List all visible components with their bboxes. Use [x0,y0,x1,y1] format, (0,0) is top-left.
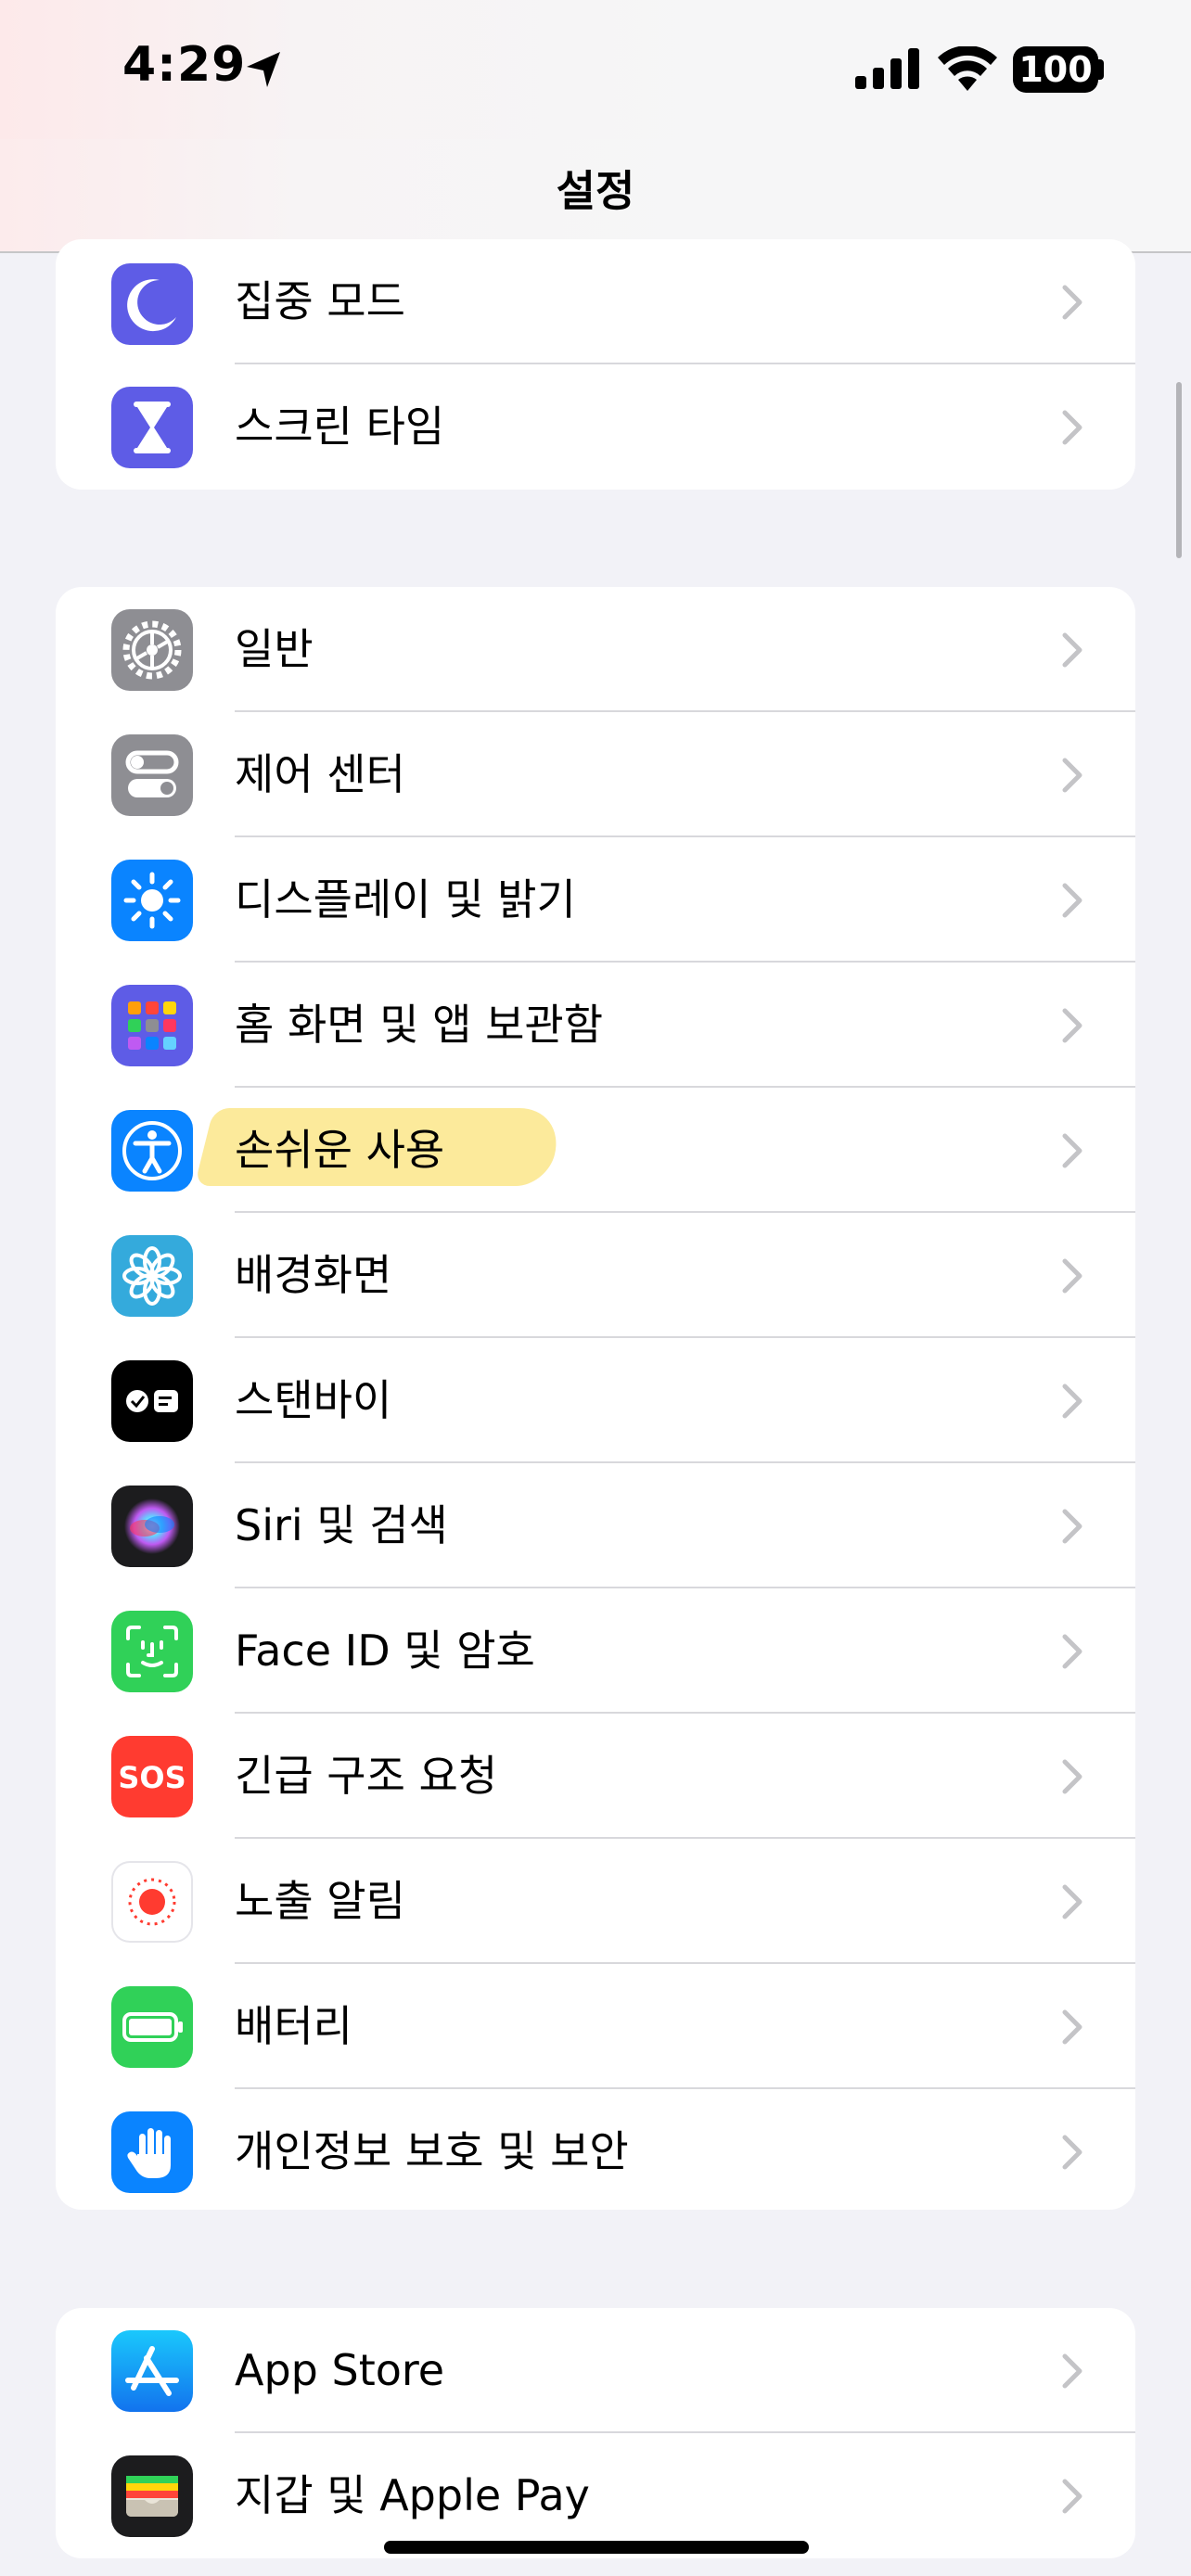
accessibility-icon [111,1110,193,1192]
chevron-right-icon [1062,2479,1082,2514]
chevron-right-icon [1062,1884,1082,1919]
settings-group-store: App Store 지갑 및 Apple Pay [56,2308,1135,2558]
chevron-right-icon [1062,410,1082,445]
cellular-signal-icon [855,48,919,89]
chevron-right-icon [1062,632,1082,668]
standby-icon [111,1360,193,1442]
settings-group-focus: 집중 모드 스크린 타임 [56,239,1135,490]
settings-row-label: 개인정보 보호 및 보안 [235,2126,629,2176]
settings-row-privacy-security[interactable]: 개인정보 보호 및 보안 [56,2089,1135,2210]
settings-row-label: 지갑 및 Apple Pay [235,2470,590,2520]
sos-icon: SOS [111,1736,193,1817]
chevron-right-icon [1062,1634,1082,1669]
chevron-right-icon [1062,1759,1082,1794]
settings-row-display-brightness[interactable]: 디스플레이 및 밝기 [56,837,1135,963]
toggles-icon [111,734,193,816]
sun-icon [111,860,193,941]
wallet-icon [111,2455,193,2537]
app-store-icon [111,2330,193,2412]
flower-icon [111,1235,193,1317]
settings-row-siri-search[interactable]: Siri 및 검색 [56,1463,1135,1588]
scroll-indicator[interactable] [1176,382,1182,558]
hand-icon [111,2111,193,2193]
chevron-right-icon [1062,2009,1082,2045]
chevron-right-icon [1062,883,1082,918]
battery-cap [1098,59,1104,80]
chevron-right-icon [1062,1509,1082,1544]
settings-row-label: 긴급 구조 요청 [235,1751,498,1801]
siri-icon [111,1486,193,1567]
settings-row-label: 집중 모드 [235,276,405,326]
moon-icon [111,263,193,345]
settings-row-app-store[interactable]: App Store [56,2308,1135,2433]
settings-row-accessibility[interactable]: 손쉬운 사용 [56,1088,1135,1213]
settings-row-label: Siri 및 검색 [235,1500,448,1550]
settings-row-label: 배경화면 [235,1250,392,1300]
settings-row-label: 배터리 [235,2001,352,2051]
chevron-right-icon [1062,2353,1082,2389]
chevron-right-icon [1062,1384,1082,1419]
settings-row-emergency-sos[interactable]: SOS 긴급 구조 요청 [56,1714,1135,1839]
settings-row-label: 노출 알림 [235,1876,405,1926]
settings-row-wallet[interactable]: 지갑 및 Apple Pay [56,2433,1135,2558]
settings-row-control-center[interactable]: 제어 센터 [56,712,1135,837]
settings-row-wallpaper[interactable]: 배경화면 [56,1213,1135,1338]
home-indicator[interactable] [384,2541,809,2554]
settings-row-label: App Store [235,2345,445,2395]
settings-row-label: 디스플레이 및 밝기 [235,874,576,925]
settings-row-exposure-notifications[interactable]: 노출 알림 [56,1839,1135,1964]
settings-row-screen-time[interactable]: 스크린 타임 [56,364,1135,490]
settings-row-label: Face ID 및 암호 [235,1626,535,1676]
settings-row-label: 일반 [235,624,314,674]
battery-icon: 100 [1013,46,1098,93]
location-arrow-icon [247,52,280,87]
settings-row-home-screen[interactable]: 홈 화면 및 앱 보관함 [56,963,1135,1088]
exposure-notification-icon [111,1861,193,1943]
settings-row-label: 손쉬운 사용 [235,1125,445,1175]
settings-row-label: 스크린 타임 [235,402,445,452]
hourglass-icon [111,387,193,468]
wifi-icon [938,46,997,91]
settings-row-general[interactable]: 일반 [56,587,1135,712]
battery-setting-icon [111,1986,193,2068]
face-id-icon [111,1611,193,1692]
settings-row-label: 제어 센터 [235,749,405,799]
settings-row-label: 스탠바이 [235,1375,392,1425]
status-time: 4:29 [122,37,247,93]
gear-icon [111,609,193,691]
settings-group-general: 일반 제어 센터 디스플레이 및 밝기 홈 화면 및 앱 보관함 손쉬운 사용 … [56,587,1135,2210]
chevron-right-icon [1062,1133,1082,1168]
chevron-right-icon [1062,1008,1082,1043]
chevron-right-icon [1062,2135,1082,2170]
settings-row-focus[interactable]: 집중 모드 [56,239,1135,364]
sos-icon-text: SOS [118,1760,186,1795]
chevron-right-icon [1062,1258,1082,1294]
app-grid-icon [111,985,193,1066]
settings-row-battery[interactable]: 배터리 [56,1964,1135,2089]
status-bar: 4:29 100 [0,0,1191,139]
chevron-right-icon [1062,758,1082,793]
page-title: 설정 [556,166,635,216]
settings-row-face-id[interactable]: Face ID 및 암호 [56,1588,1135,1714]
chevron-right-icon [1062,285,1082,320]
settings-row-label: 홈 화면 및 앱 보관함 [235,1000,604,1050]
settings-row-standby[interactable]: 스탠바이 [56,1338,1135,1463]
